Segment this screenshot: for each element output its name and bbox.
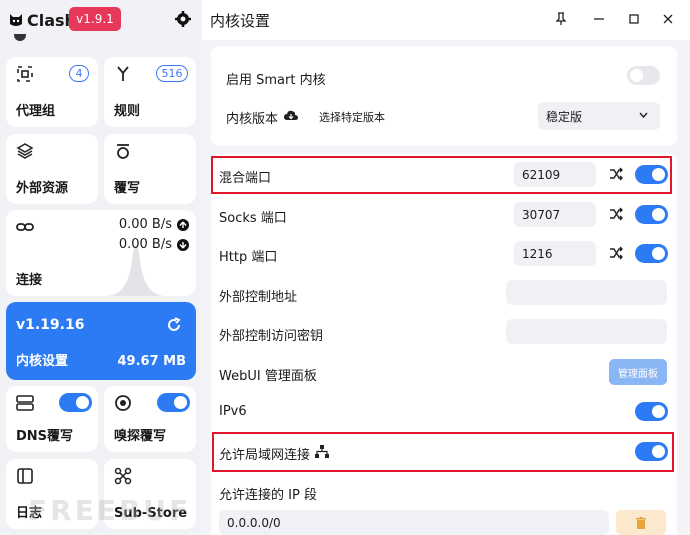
- core-settings-card[interactable]: v1.19.16 内核设置 49.67 MB: [6, 302, 196, 380]
- smart-core-label: 启用 Smart 内核: [226, 73, 326, 88]
- radar-icon: [115, 395, 131, 411]
- override-card[interactable]: 覆写: [104, 134, 196, 204]
- sniff-toggle[interactable]: [157, 393, 190, 412]
- dns-card[interactable]: DNS覆写: [6, 386, 98, 452]
- shuffle-icon[interactable]: [609, 207, 623, 221]
- smart-core-toggle[interactable]: [627, 66, 660, 85]
- minimize-icon[interactable]: [592, 12, 606, 26]
- dns-label: DNS覆写: [16, 429, 74, 444]
- override-icon: [117, 144, 129, 159]
- socks-port-label: Socks 端口: [219, 211, 287, 226]
- core-version-box: 启用 Smart 内核 内核版本 选择特定版本 稳定版: [211, 46, 677, 146]
- cat-logo-icon: [10, 14, 22, 26]
- pin-icon[interactable]: [554, 12, 568, 26]
- nodes-icon: [114, 467, 132, 485]
- ipv6-label: IPv6: [219, 404, 247, 419]
- cloud-download-icon[interactable]: [284, 110, 298, 122]
- memory-usage: 49.67 MB: [117, 354, 187, 369]
- version-badge[interactable]: v1.9.1: [69, 7, 121, 31]
- core-version-value: 稳定版: [546, 109, 583, 124]
- rules-count: 516: [156, 65, 188, 82]
- core-version-select[interactable]: 稳定版: [538, 102, 660, 130]
- close-icon[interactable]: [661, 12, 675, 26]
- ext-secret-label: 外部控制访问密钥: [219, 329, 324, 344]
- core-settings-panel: 内核设置 启用 Smart 内核 内核版本 选择特定版本 稳定版 混合端口 62…: [202, 0, 690, 535]
- fork-icon: [117, 66, 129, 81]
- external-resources-label: 外部资源: [16, 181, 69, 196]
- rules-card[interactable]: 516 规则: [104, 57, 196, 127]
- http-port-input[interactable]: 1216: [514, 241, 596, 266]
- scroll-indicator: [14, 34, 26, 41]
- select-version-link[interactable]: 选择特定版本: [319, 109, 385, 125]
- dns-toggle[interactable]: [59, 393, 92, 412]
- sniff-card[interactable]: 嗅探覆写: [104, 386, 196, 452]
- allowed-ip-input[interactable]: 0.0.0.0/0: [219, 510, 609, 535]
- layers-icon: [16, 143, 34, 159]
- rules-label: 规则: [114, 104, 141, 119]
- highlight-mixed-port: [211, 156, 672, 194]
- page-title: 内核设置: [210, 12, 271, 30]
- brand: Clash: [8, 8, 76, 32]
- delete-button[interactable]: [616, 510, 666, 535]
- arrow-down-icon: [177, 239, 189, 251]
- ext-controller-label: 外部控制地址: [219, 290, 298, 305]
- core-version-label: 内核版本: [226, 112, 279, 127]
- connections-card[interactable]: 0.00 B/s 0.00 B/s 连接: [6, 210, 196, 296]
- maximize-icon[interactable]: [627, 12, 641, 26]
- refresh-icon[interactable]: [166, 317, 182, 333]
- ext-controller-input[interactable]: [506, 280, 667, 305]
- core-settings-label: 内核设置: [16, 354, 69, 369]
- external-resources-card[interactable]: 外部资源: [6, 134, 98, 204]
- allowed-ip-label: 允许连接的 IP 段: [219, 488, 317, 503]
- watermark: FREEBUF: [28, 494, 192, 527]
- proxy-group-icon: [17, 66, 33, 82]
- sidebar: Clash v1.9.1 4 代理组 516 规则 外部资源 覆写 0.00 B…: [0, 0, 202, 535]
- highlight-allow-lan: [212, 432, 674, 472]
- shuffle-icon[interactable]: [609, 246, 623, 260]
- proxy-group-count: 4: [69, 65, 89, 82]
- title-bar: 内核设置: [202, 0, 690, 40]
- webui-label: WebUI 管理面板: [219, 369, 317, 384]
- link-icon: [16, 223, 34, 231]
- connections-label: 连接: [16, 273, 43, 288]
- trash-icon: [636, 516, 646, 529]
- sniff-label: 嗅探覆写: [114, 429, 167, 444]
- socks-port-input[interactable]: 30707: [514, 202, 596, 227]
- http-port-toggle[interactable]: [635, 244, 668, 263]
- gear-icon[interactable]: [175, 11, 191, 27]
- webui-manage-button[interactable]: 管理面板: [609, 359, 667, 385]
- sidebar-panel-icon: [17, 468, 33, 484]
- socks-port-toggle[interactable]: [635, 205, 668, 224]
- ipv6-toggle[interactable]: [635, 402, 668, 421]
- chevron-down-icon: [639, 112, 648, 119]
- port-settings-box: 混合端口 62109 Socks 端口 30707 Http 端口 1216 外…: [211, 154, 677, 535]
- proxy-group-card[interactable]: 4 代理组: [6, 57, 98, 127]
- arrow-up-icon: [177, 219, 189, 231]
- http-port-label: Http 端口: [219, 250, 278, 265]
- override-label: 覆写: [114, 181, 141, 196]
- download-speed: 0.00 B/s: [118, 237, 172, 252]
- server-icon: [16, 395, 34, 411]
- proxy-group-label: 代理组: [16, 104, 56, 119]
- core-version: v1.19.16: [16, 317, 85, 333]
- ext-secret-input[interactable]: [506, 319, 667, 344]
- upload-speed: 0.00 B/s: [118, 217, 172, 232]
